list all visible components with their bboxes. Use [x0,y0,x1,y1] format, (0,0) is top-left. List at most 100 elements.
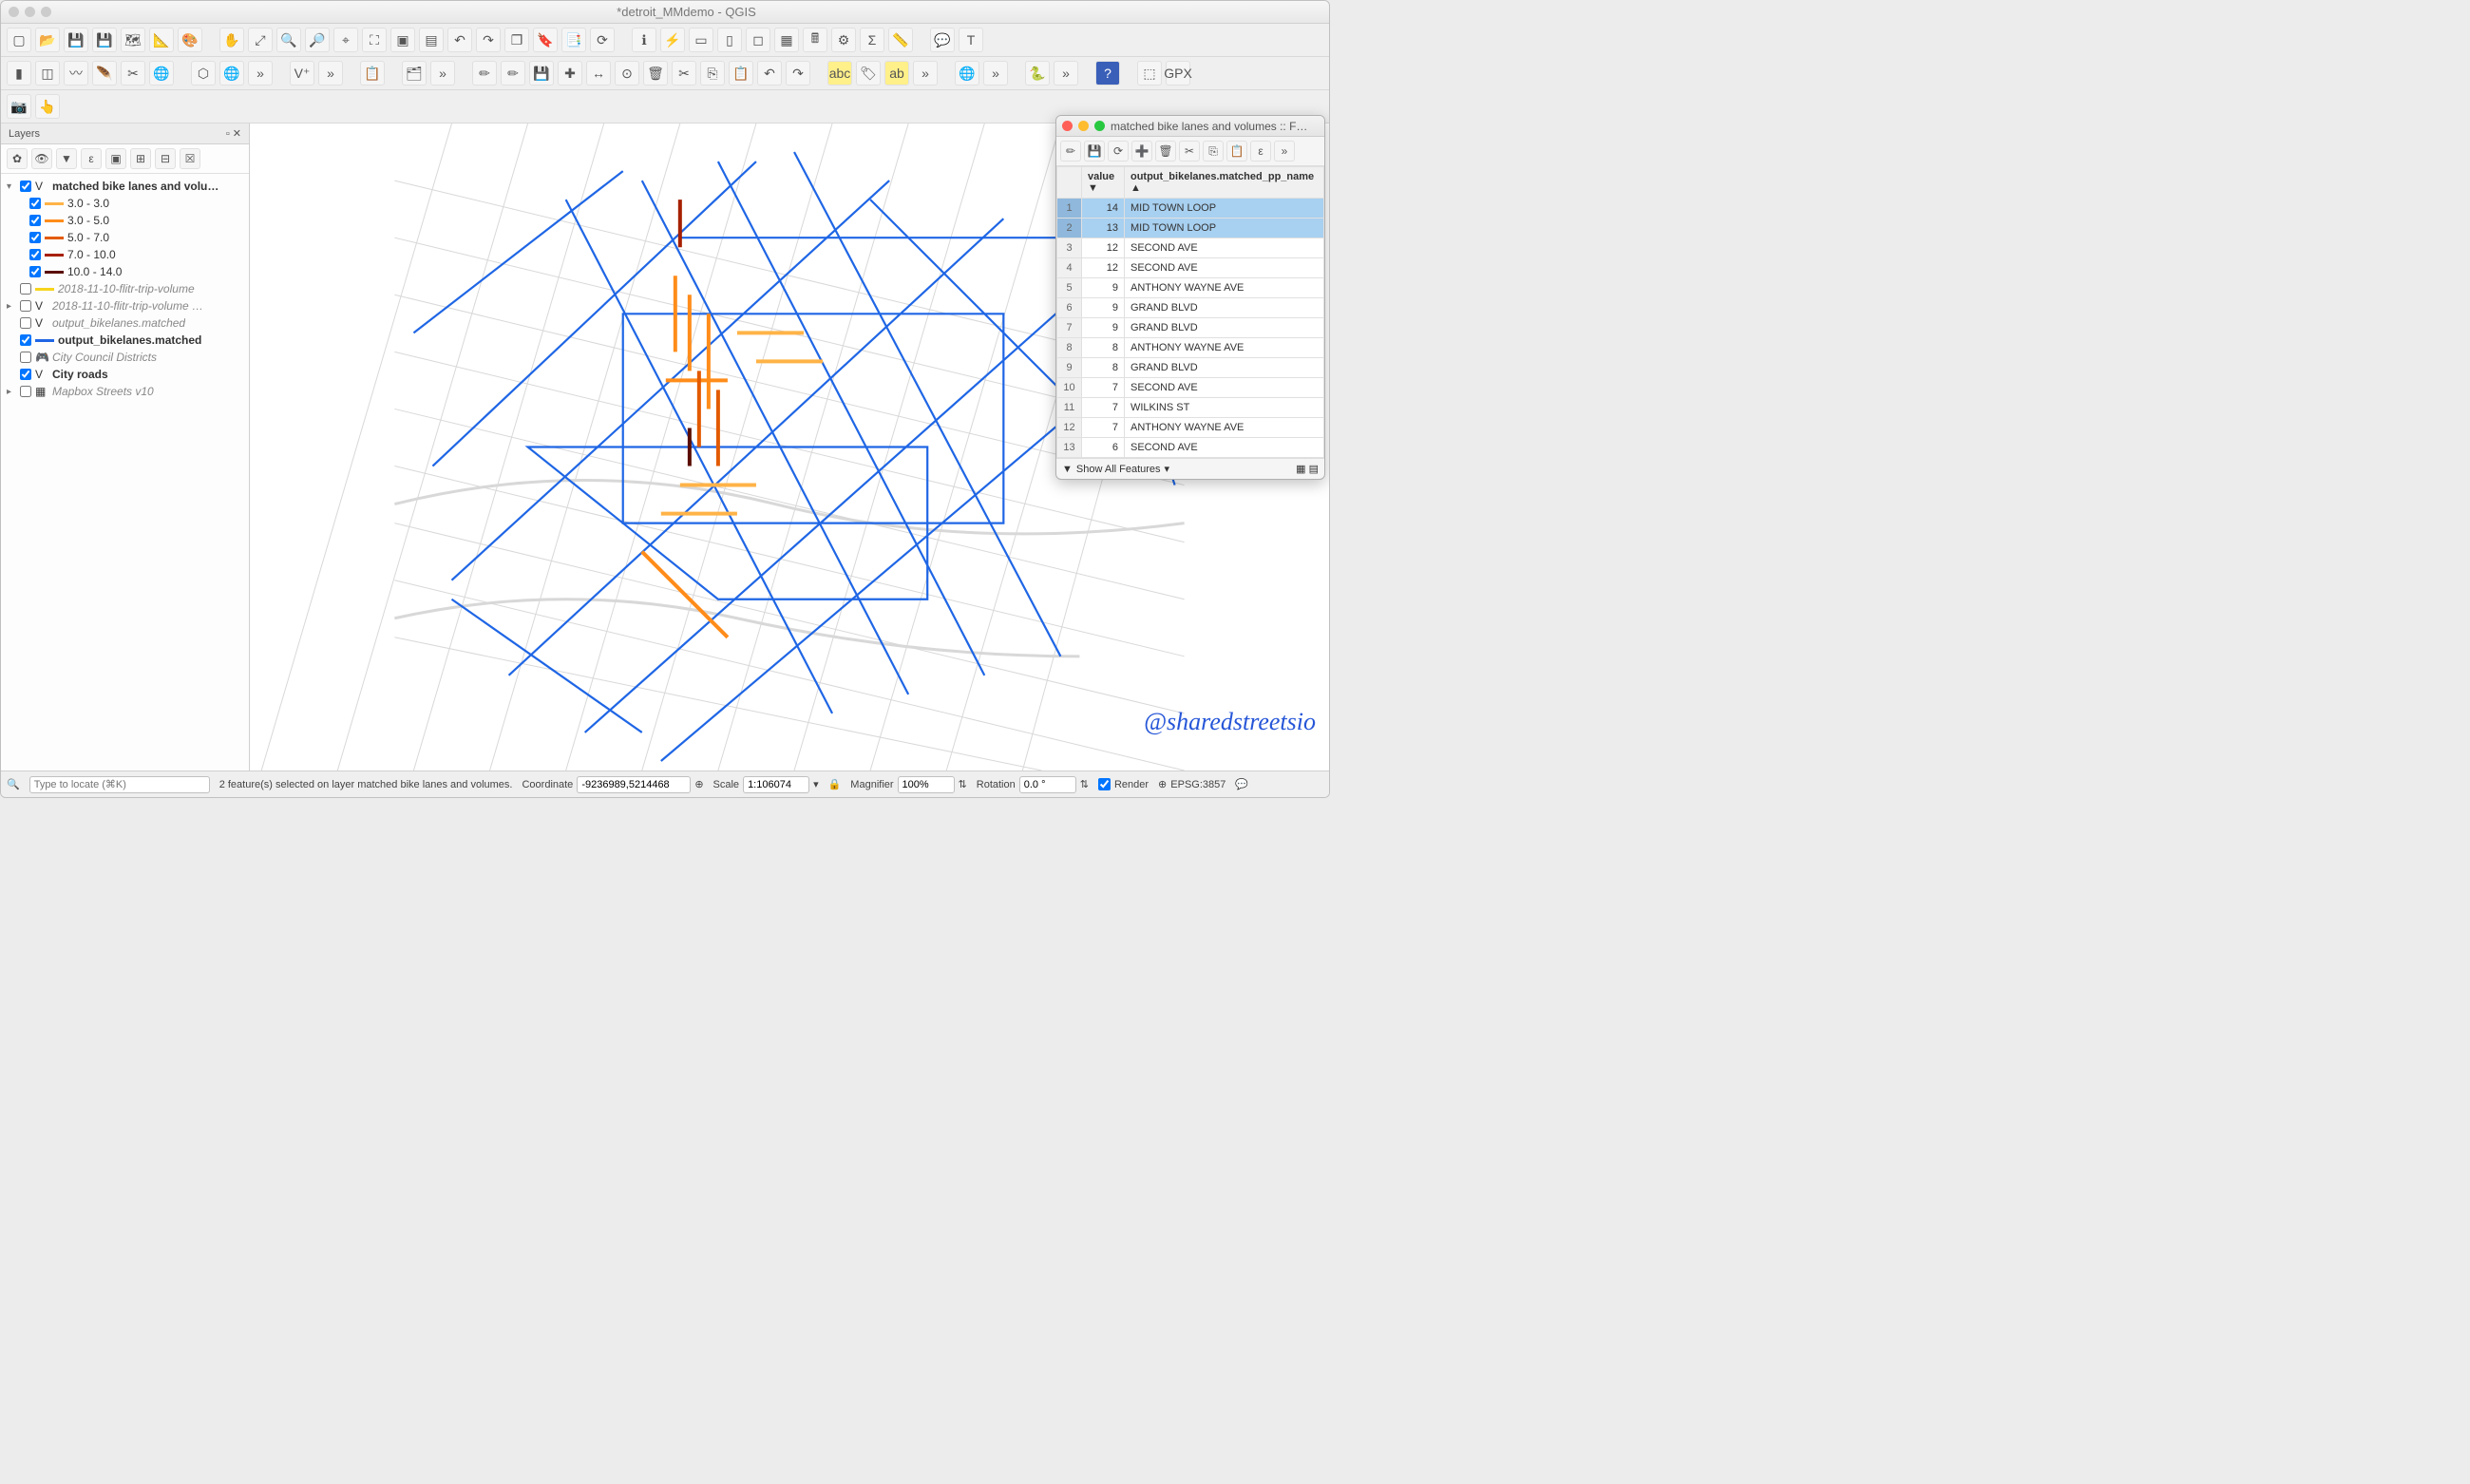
attr-expression-button[interactable]: ε [1250,141,1271,162]
layer-checkbox[interactable] [20,369,31,380]
node-tool-button[interactable]: ⊙ [615,61,639,86]
layer-row[interactable]: output_bikelanes.matched [3,332,247,349]
action-button[interactable]: ⚡ [660,28,685,52]
layout-manager-button[interactable]: 📐 [149,28,174,52]
help-button[interactable]: ? [1095,61,1120,86]
delete-button[interactable]: 🗑 [643,61,668,86]
table-row[interactable]: 136SECOND AVE [1057,438,1324,458]
text-annotation-button[interactable]: T [959,28,983,52]
attr-save-button[interactable]: 💾 [1084,141,1105,162]
layers-button[interactable]: 🗂 [402,61,427,86]
layer-filter-button[interactable]: ▼ [56,148,77,169]
layer-row[interactable]: 2018-11-10-flitr-trip-volume [3,280,247,297]
layer-checkbox[interactable] [20,317,31,329]
attribute-table-button[interactable]: ▦ [774,28,799,52]
new-spatialite-button[interactable]: 🪶 [92,61,117,86]
layer-group-button[interactable]: ▣ [105,148,126,169]
toolbox-button[interactable]: ⚙ [831,28,856,52]
show-bookmarks-button[interactable]: 📑 [561,28,586,52]
pan-to-selection-button[interactable]: ⤢ [248,28,273,52]
style-manager-button[interactable]: 🎨 [178,28,202,52]
redo-button[interactable]: ↷ [786,61,810,86]
touch-button[interactable]: 👆 [35,94,60,119]
pan-button[interactable]: ✋ [219,28,244,52]
undo-button[interactable]: ↶ [757,61,782,86]
layer-tree[interactable]: ▾ V matched bike lanes and volu… 3.0 - 3… [1,174,249,404]
legend-checkbox[interactable] [29,249,41,260]
legend-item[interactable]: 7.0 - 10.0 [3,246,247,263]
lock-icon[interactable]: 🔒 [828,778,842,790]
web-button[interactable]: 🌐 [219,61,244,86]
table-row[interactable]: 98GRAND BLVD [1057,358,1324,378]
table-row[interactable]: 312SECOND AVE [1057,238,1324,258]
edit-button[interactable]: ✏ [501,61,525,86]
identify-button[interactable]: ℹ [632,28,656,52]
zoom-layer-button[interactable]: ▤ [419,28,444,52]
layer-row[interactable]: 🎮 City Council Districts [3,349,247,366]
table-row[interactable]: 69GRAND BLVD [1057,298,1324,318]
zoom-last-button[interactable]: ↶ [447,28,472,52]
zoom-native-button[interactable]: ⌖ [333,28,358,52]
legend-checkbox[interactable] [29,198,41,209]
attr-reload-button[interactable]: ⟳ [1108,141,1129,162]
toggle-editing-button[interactable]: ✏ [472,61,497,86]
attr-add-button[interactable]: ➕ [1131,141,1152,162]
messages-icon[interactable]: 💬 [1235,778,1248,790]
attr-delete-button[interactable]: 🗑 [1155,141,1176,162]
label-abc-button[interactable]: abc [827,61,852,86]
attr-minimize-icon[interactable] [1078,121,1089,131]
new-virtual-button[interactable]: ✂ [121,61,145,86]
save-edits-button[interactable]: 💾 [529,61,554,86]
table-row[interactable]: 117WILKINS ST [1057,398,1324,418]
zoom-next-button[interactable]: ↷ [476,28,501,52]
layer-row[interactable]: ▸ V 2018-11-10-flitr-trip-volume … [3,297,247,314]
field-calculator-button[interactable]: 🖩 [803,28,827,52]
layer-remove-button[interactable]: ☒ [180,148,200,169]
crs-group[interactable]: ⊕ EPSG:3857 [1158,778,1226,790]
legend-item[interactable]: 3.0 - 3.0 [3,195,247,212]
coord-input[interactable] [577,776,691,793]
attr-close-icon[interactable] [1062,121,1073,131]
vector-button[interactable]: ⬡ [191,61,216,86]
deselect-button[interactable]: ◻ [746,28,770,52]
layer-row[interactable]: V output_bikelanes.matched [3,314,247,332]
table-row[interactable]: 107SECOND AVE [1057,378,1324,398]
legend-checkbox[interactable] [29,266,41,277]
layer-checkbox[interactable] [20,300,31,312]
scale-dropdown-icon[interactable]: ▾ [813,778,819,790]
clipboard-button[interactable]: 📋 [360,61,385,86]
layer-expression-button[interactable]: ε [81,148,102,169]
table-row[interactable]: 114MID TOWN LOOP [1057,199,1324,219]
table-row[interactable]: 412SECOND AVE [1057,258,1324,278]
table-row[interactable]: 79GRAND BLVD [1057,318,1324,338]
minimize-icon[interactable] [25,7,35,17]
overflow-5[interactable]: » [983,61,1008,86]
statistics-button[interactable]: Σ [860,28,884,52]
attr-cut-button[interactable]: ✂ [1179,141,1200,162]
layer-checkbox[interactable] [20,386,31,397]
rotation-input[interactable] [1019,776,1076,793]
rotation-stepper-icon[interactable]: ⇅ [1080,778,1089,790]
magnifier-stepper-icon[interactable]: ⇅ [959,778,967,790]
legend-item[interactable]: 10.0 - 14.0 [3,263,247,280]
map-tips-button[interactable]: 💬 [930,28,955,52]
legend-item[interactable]: 3.0 - 5.0 [3,212,247,229]
attr-paste-button[interactable]: 📋 [1226,141,1247,162]
legend-checkbox[interactable] [29,215,41,226]
save-as-button[interactable]: 💾 [92,28,117,52]
close-icon[interactable] [9,7,19,17]
overflow-6[interactable]: » [1054,61,1078,86]
new-map-view-button[interactable]: ❐ [504,28,529,52]
new-layout-button[interactable]: 🗺 [121,28,145,52]
attr-zoom-icon[interactable] [1094,121,1105,131]
gpx-button[interactable]: GPX [1166,61,1190,86]
attribute-table-window[interactable]: matched bike lanes and volumes :: F… ✏ 💾… [1055,115,1325,480]
layer-row[interactable]: ▸ ▦ Mapbox Streets v10 [3,383,247,400]
layer-checkbox[interactable] [20,352,31,363]
attr-filter-button[interactable]: ▼ Show All Features ▾ [1062,463,1169,475]
plugin-button[interactable]: ⬚ [1137,61,1162,86]
open-project-button[interactable]: 📂 [35,28,60,52]
save-button[interactable]: 💾 [64,28,88,52]
label-tool-button[interactable]: 🏷 [856,61,881,86]
layer-checkbox[interactable] [20,334,31,346]
